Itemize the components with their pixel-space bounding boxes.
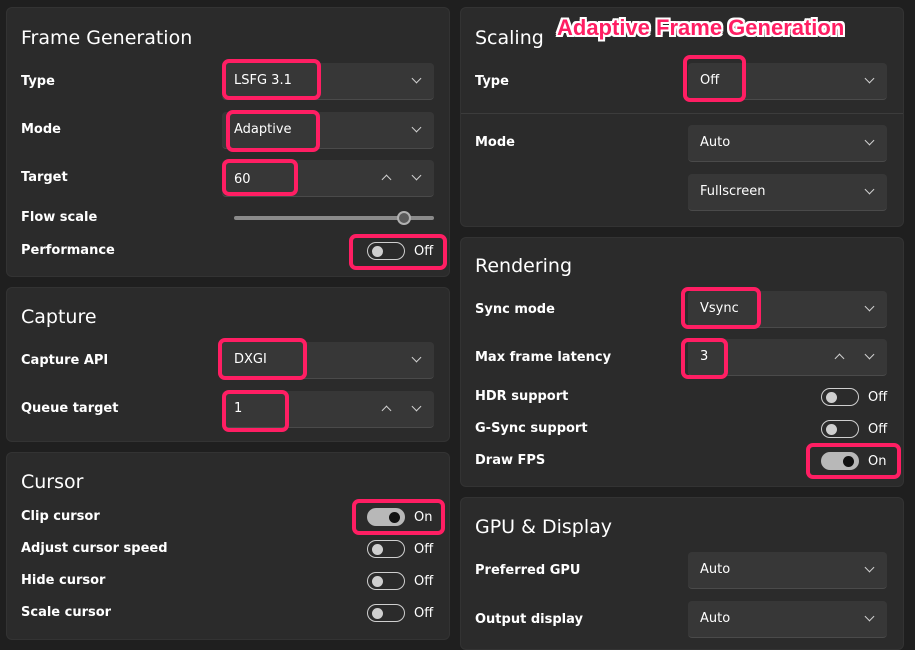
sync-mode-dropdown[interactable]: Vsync	[688, 291, 887, 328]
max-frame-latency-label: Max frame latency	[475, 350, 612, 365]
hide-cursor-toggle[interactable]	[367, 572, 405, 590]
frame-generation-title: Frame Generation	[21, 27, 193, 49]
cursor-title: Cursor	[21, 471, 84, 493]
hide-cursor-state: Off	[414, 574, 434, 589]
capture-api-label: Capture API	[21, 353, 109, 368]
fg-mode-dropdown[interactable]: Adaptive	[222, 112, 434, 149]
fg-mode-value: Adaptive	[234, 122, 292, 137]
hdr-support-label: HDR support	[475, 389, 569, 404]
hdr-support-toggle[interactable]	[821, 388, 859, 406]
chevron-up-icon[interactable]	[834, 353, 845, 364]
fg-target-stepper[interactable]: 60	[222, 160, 434, 197]
chevron-down-icon	[864, 562, 875, 573]
fg-mode-label: Mode	[21, 122, 61, 137]
output-display-dropdown[interactable]: Auto	[688, 601, 887, 638]
fg-target-value: 60	[234, 172, 251, 187]
fg-type-label: Type	[21, 74, 55, 89]
output-display-label: Output display	[475, 612, 583, 627]
chevron-up-icon[interactable]	[381, 405, 392, 416]
scaling-divider	[461, 113, 903, 114]
hide-cursor-label: Hide cursor	[21, 573, 106, 588]
chevron-down-icon	[864, 301, 875, 312]
clip-cursor-state: On	[414, 510, 433, 525]
draw-fps-label: Draw FPS	[475, 453, 546, 468]
fg-type-dropdown[interactable]: LSFG 3.1	[222, 63, 434, 100]
fg-type-value: LSFG 3.1	[234, 73, 292, 88]
gpu-display-title: GPU & Display	[475, 516, 613, 538]
capture-api-value: DXGI	[234, 352, 267, 367]
capture-title: Capture	[21, 306, 97, 328]
fg-flow-scale-label: Flow scale	[21, 210, 98, 225]
gsync-support-label: G-Sync support	[475, 421, 588, 436]
scaling-type-value: Off	[700, 73, 720, 88]
fg-performance-state: Off	[414, 244, 434, 259]
output-display-value: Auto	[700, 611, 731, 626]
scaling-mode-value: Auto	[700, 135, 731, 150]
hdr-support-state: Off	[868, 390, 888, 405]
sync-mode-label: Sync mode	[475, 302, 555, 317]
queue-target-value: 1	[234, 401, 243, 416]
chevron-down-icon	[864, 184, 875, 195]
chevron-down-icon[interactable]	[411, 401, 422, 412]
queue-target-label: Queue target	[21, 401, 119, 416]
queue-target-stepper[interactable]: 1	[222, 391, 434, 428]
rendering-title: Rendering	[475, 255, 573, 277]
gsync-support-toggle[interactable]	[821, 420, 859, 438]
preferred-gpu-dropdown[interactable]: Auto	[688, 552, 887, 589]
chevron-up-icon[interactable]	[381, 174, 392, 185]
adjust-cursor-speed-toggle[interactable]	[367, 540, 405, 558]
scaling-mode-fullscreen-value: Fullscreen	[700, 184, 766, 199]
scale-cursor-label: Scale cursor	[21, 605, 112, 620]
scaling-type-label: Type	[475, 74, 509, 89]
adjust-cursor-speed-label: Adjust cursor speed	[21, 541, 168, 556]
clip-cursor-toggle[interactable]	[367, 508, 405, 526]
max-frame-latency-value: 3	[700, 349, 709, 364]
gsync-support-state: Off	[868, 422, 888, 437]
chevron-down-icon	[864, 611, 875, 622]
scaling-mode-dropdown[interactable]: Auto	[688, 125, 887, 162]
fg-target-label: Target	[21, 170, 68, 185]
scaling-mode-fullscreen-dropdown[interactable]: Fullscreen	[688, 174, 887, 211]
fg-performance-toggle[interactable]	[367, 242, 405, 260]
scaling-title: Scaling	[475, 27, 544, 49]
chevron-down-icon[interactable]	[411, 170, 422, 181]
fg-flow-scale-thumb[interactable]	[397, 211, 411, 225]
chevron-down-icon	[864, 73, 875, 84]
sync-mode-value: Vsync	[700, 301, 739, 316]
preferred-gpu-label: Preferred GPU	[475, 563, 581, 578]
adaptive-frame-generation-overlay-title: Adaptive Frame Generation	[557, 15, 845, 40]
scale-cursor-toggle[interactable]	[367, 604, 405, 622]
draw-fps-state: On	[868, 454, 887, 469]
chevron-down-icon[interactable]	[864, 349, 875, 360]
max-frame-latency-stepper[interactable]: 3	[688, 339, 887, 376]
adjust-cursor-speed-state: Off	[414, 542, 434, 557]
chevron-down-icon	[411, 122, 422, 133]
capture-api-dropdown[interactable]: DXGI	[222, 342, 434, 379]
clip-cursor-label: Clip cursor	[21, 509, 100, 524]
chevron-down-icon	[411, 352, 422, 363]
scale-cursor-state: Off	[414, 606, 434, 621]
draw-fps-toggle[interactable]	[821, 452, 859, 470]
scaling-type-dropdown[interactable]: Off	[688, 63, 887, 100]
chevron-down-icon	[411, 73, 422, 84]
fg-performance-label: Performance	[21, 243, 115, 258]
chevron-down-icon	[864, 135, 875, 146]
scaling-mode-label: Mode	[475, 135, 515, 150]
preferred-gpu-value: Auto	[700, 562, 731, 577]
